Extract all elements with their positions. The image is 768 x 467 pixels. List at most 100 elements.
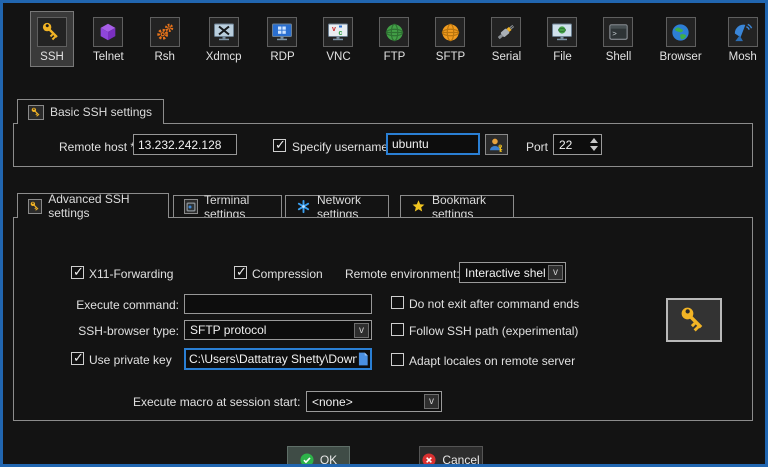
tab-label: Basic SSH settings: [50, 105, 153, 119]
tab-network-settings[interactable]: Network settings: [285, 193, 389, 221]
port-value: 22: [559, 137, 573, 152]
port-spinner[interactable]: 22: [553, 134, 602, 155]
svg-text:v: v: [332, 26, 336, 33]
session-type-shell[interactable]: > Shell: [596, 11, 640, 67]
x11-forwarding-checkbox[interactable]: [71, 264, 84, 280]
session-type-label: FTP: [383, 51, 406, 63]
session-type-sftp[interactable]: SFTP: [428, 11, 472, 67]
execute-macro-dropdown[interactable]: <none> v: [306, 391, 442, 412]
session-type-rdp[interactable]: RDP: [260, 11, 304, 67]
tab-label: Advanced SSH settings: [48, 192, 130, 220]
ok-button[interactable]: OK: [287, 446, 350, 467]
execute-command-input[interactable]: [184, 294, 372, 314]
session-type-label: RDP: [270, 51, 295, 63]
use-private-key-checkbox[interactable]: [71, 350, 84, 366]
remote-host-input[interactable]: [133, 134, 237, 155]
session-type-file[interactable]: File: [540, 11, 584, 67]
private-key-button[interactable]: [666, 298, 722, 342]
private-key-path: C:\Users\Dattatray Shetty\Downloa: [189, 352, 357, 366]
ftp-globe-icon: [379, 17, 410, 47]
specify-username-checkbox[interactable]: [273, 137, 286, 153]
cancel-button-label: Cancel: [442, 452, 480, 467]
session-type-ftp[interactable]: FTP: [372, 11, 416, 67]
dropdown-value: SFTP protocol: [190, 323, 267, 337]
telnet-cube-icon: [93, 17, 124, 47]
shell-terminal-icon: >: [603, 17, 634, 47]
session-type-label: VNC: [326, 51, 351, 63]
browser-globe-icon: [665, 17, 696, 47]
private-key-input[interactable]: C:\Users\Dattatray Shetty\Downloa: [184, 348, 372, 370]
session-type-ssh[interactable]: SSH: [30, 11, 74, 67]
execute-macro-label: Execute macro at session start:: [133, 395, 301, 409]
specify-username-label: Specify username: [292, 140, 389, 154]
user-key-icon: [489, 138, 503, 152]
rsh-gears-icon: [149, 17, 180, 47]
compression-checkbox[interactable]: [234, 264, 247, 280]
follow-ssh-path-checkbox[interactable]: [391, 323, 404, 336]
key-icon: [28, 104, 44, 120]
session-type-serial[interactable]: Serial: [484, 11, 528, 67]
x-circle-icon: [422, 452, 436, 464]
key-icon: [681, 307, 703, 332]
terminal-icon: [184, 199, 198, 214]
ssh-browser-type-label: SSH-browser type:: [78, 324, 179, 338]
ok-button-label: OK: [319, 452, 338, 467]
session-type-telnet[interactable]: Telnet: [86, 11, 131, 67]
ssh-key-icon: [37, 17, 67, 47]
session-type-label: Telnet: [93, 51, 124, 63]
chevron-down-icon: v: [424, 394, 439, 409]
session-type-browser[interactable]: Browser: [652, 11, 708, 67]
do-not-exit-checkbox[interactable]: [391, 296, 404, 309]
adapt-locales-label: Adapt locales on remote server: [409, 354, 576, 368]
spin-down-icon[interactable]: [590, 146, 598, 151]
chevron-down-icon: v: [548, 265, 563, 280]
session-type-label: Shell: [605, 51, 632, 63]
sftp-globe-icon: [435, 17, 466, 47]
adapt-locales-checkbox[interactable]: [391, 353, 404, 366]
spin-up-icon[interactable]: [590, 138, 598, 143]
ssh-browser-type-dropdown[interactable]: SFTP protocol v: [184, 320, 372, 340]
star-icon: [411, 199, 426, 214]
do-not-exit-label: Do not exit after command ends: [409, 297, 580, 311]
mosh-satellite-icon: [727, 17, 758, 47]
session-type-bar: SSH Telnet Rsh Xdmcp RDP v c VNC FTP SFT…: [30, 11, 761, 67]
rdp-monitor-icon: [267, 17, 298, 47]
network-icon: [296, 199, 311, 214]
remote-environment-dropdown[interactable]: Interactive shell v: [459, 262, 566, 283]
serial-plug-icon: [491, 17, 522, 47]
cancel-button[interactable]: Cancel: [419, 446, 483, 467]
tab-terminal-settings[interactable]: Terminal settings: [173, 193, 282, 221]
session-type-label: Xdmcp: [205, 51, 242, 63]
svg-text:c: c: [339, 30, 343, 37]
document-icon[interactable]: [357, 352, 369, 366]
session-type-label: Mosh: [728, 51, 757, 63]
session-type-xdmcp[interactable]: Xdmcp: [199, 11, 249, 67]
use-private-key-label: Use private key: [89, 353, 172, 367]
check-circle-icon: [300, 452, 314, 464]
vnc-monitor-icon: vc: [323, 17, 354, 47]
tab-advanced-ssh-settings[interactable]: Advanced SSH settings: [17, 192, 169, 220]
tab-bookmark-settings[interactable]: Bookmark settings: [400, 193, 514, 221]
follow-ssh-path-label: Follow SSH path (experimental): [409, 324, 579, 338]
select-credentials-button[interactable]: [485, 134, 508, 155]
remote-host-label: Remote host *: [59, 140, 136, 154]
xdmcp-monitor-icon: [208, 17, 239, 47]
session-type-label: File: [553, 51, 572, 63]
session-type-mosh[interactable]: Mosh: [721, 11, 765, 67]
session-settings-window: SSH Telnet Rsh Xdmcp RDP v c VNC FTP SFT…: [0, 0, 768, 467]
session-type-vnc[interactable]: vc VNC: [316, 11, 360, 67]
port-label: Port: [526, 140, 549, 154]
remote-environment-label: Remote environment:: [345, 267, 460, 281]
session-type-label: Serial: [491, 51, 522, 63]
tab-basic-ssh-settings: Basic SSH settings: [17, 99, 164, 124]
compression-label: Compression: [252, 267, 323, 281]
file-monitor-icon: [547, 17, 578, 47]
username-input[interactable]: [386, 133, 480, 155]
session-type-rsh[interactable]: Rsh: [143, 11, 187, 67]
key-icon: [28, 198, 43, 214]
dropdown-value: <none>: [312, 394, 353, 409]
session-type-label: SFTP: [435, 51, 466, 63]
chevron-down-icon: v: [354, 322, 369, 338]
session-type-label: SSH: [40, 51, 64, 63]
port-spin-buttons[interactable]: [587, 138, 601, 151]
